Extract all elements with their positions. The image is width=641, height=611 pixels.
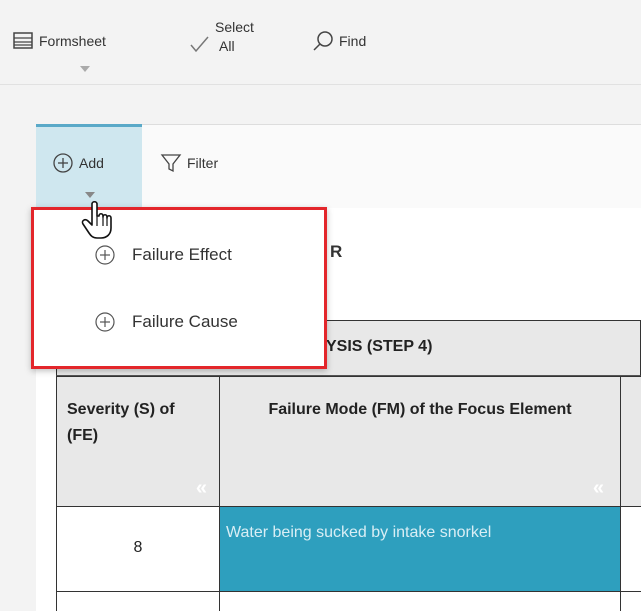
failure-mode-cell[interactable]: Water being sucked by intake snorkel [219, 506, 621, 592]
filter-button[interactable]: Filter [160, 152, 218, 174]
select-all-label-2: All [219, 38, 235, 54]
add-chevron-icon[interactable] [85, 192, 95, 198]
section-title: YSIS (STEP 4) [326, 338, 433, 355]
add-label: Add [79, 155, 104, 171]
partial-header-text: R [330, 242, 343, 261]
next-header-cell[interactable] [620, 376, 641, 507]
find-label: Find [339, 33, 367, 49]
severity-header-cell[interactable]: Severity (S) of (FE) « [56, 376, 220, 507]
hand-cursor-icon [81, 200, 112, 239]
formsheet-icon [13, 32, 33, 49]
plus-circle-icon [95, 312, 115, 332]
find-button[interactable]: Find [312, 30, 366, 52]
plus-circle-icon [53, 153, 73, 173]
select-all-button[interactable]: Select All [188, 18, 254, 56]
menu-item-label: Failure Cause [132, 312, 238, 331]
filter-icon [160, 154, 182, 173]
select-all-label-1: Select [215, 19, 254, 35]
plus-circle-icon [95, 245, 115, 265]
filter-label: Filter [187, 155, 219, 171]
next-data-cell[interactable] [620, 506, 641, 592]
collapse-icon[interactable]: « [593, 477, 604, 500]
add-dropdown-menu: Failure Effect Failure Cause [31, 207, 327, 369]
collapse-icon[interactable]: « [196, 477, 207, 500]
checkmark-icon [190, 36, 209, 53]
add-button-content[interactable]: Add [52, 152, 104, 174]
severity-cell[interactable]: 8 [56, 506, 220, 592]
severity-cell[interactable] [56, 591, 220, 611]
failure-mode-header-label: Failure Mode (FM) of the Focus Element [268, 401, 572, 418]
failure-mode-value: Water being sucked by intake snorkel [226, 524, 492, 541]
failure-mode-cell[interactable] [219, 591, 621, 611]
formsheet-label: Formsheet [39, 33, 106, 49]
menu-item-failure-cause[interactable]: Failure Cause [34, 292, 324, 352]
failure-mode-header-cell[interactable]: Failure Mode (FM) of the Focus Element « [219, 376, 621, 507]
menu-item-label: Failure Effect [132, 245, 232, 264]
menu-item-failure-effect[interactable]: Failure Effect [34, 225, 324, 285]
severity-header-label: Severity (S) of (FE) [67, 401, 175, 444]
formsheet-button[interactable]: Formsheet [12, 30, 106, 52]
severity-value: 8 [133, 539, 143, 556]
formsheet-chevron-icon[interactable] [80, 66, 90, 72]
search-icon [313, 31, 333, 51]
